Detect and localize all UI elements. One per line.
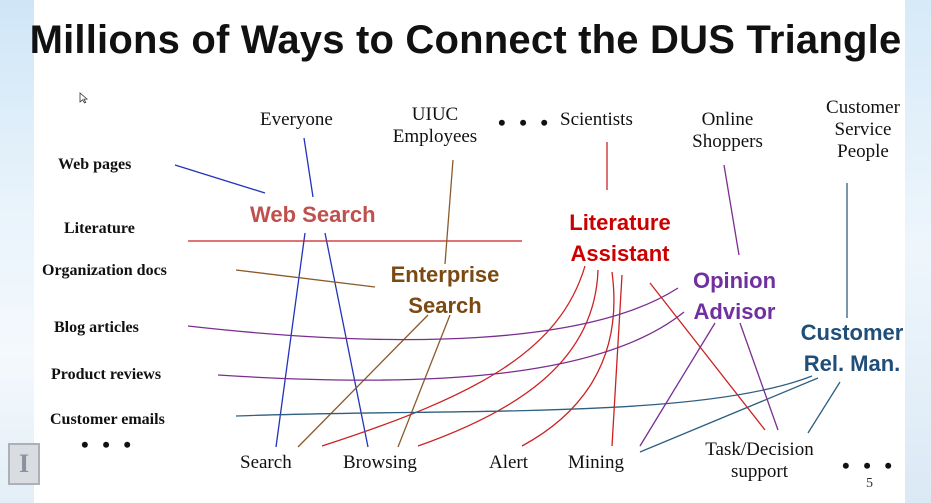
user-online-line1: Online bbox=[701, 109, 754, 130]
user-everyone: Everyone bbox=[260, 109, 333, 130]
system-literature-line2: Assistant bbox=[570, 240, 670, 266]
link-enterprise-browsing bbox=[397, 314, 451, 448]
system-opinion-line2: Advisor bbox=[693, 298, 776, 324]
doc-blog-articles: Blog articles bbox=[54, 319, 139, 336]
task-more-dots: • • • bbox=[842, 453, 897, 478]
user-customer-service-people: Customer Service People bbox=[813, 97, 913, 163]
doc-literature: Literature bbox=[64, 220, 135, 237]
link-opinion-task bbox=[739, 322, 779, 431]
system-literature-assistant: Literature Assistant bbox=[550, 208, 690, 270]
doc-more-dots: • • • bbox=[81, 432, 136, 457]
task-search: Search bbox=[240, 452, 292, 473]
link-uiuc-enterprise bbox=[444, 159, 454, 265]
doc-web-pages: Web pages bbox=[58, 156, 132, 173]
link-opinion-mining bbox=[639, 322, 716, 447]
user-uiuc-employees: UIUC Employees bbox=[385, 104, 485, 148]
link-customer-task bbox=[807, 381, 841, 434]
user-more-dots: • • • bbox=[498, 110, 553, 135]
user-cs-line2: Service bbox=[834, 118, 892, 140]
system-customer-rel-man: Customer Rel. Man. bbox=[783, 318, 921, 380]
user-uiuc-line2: Employees bbox=[392, 125, 478, 147]
link-orgdocs-enterprise bbox=[235, 269, 376, 288]
link-reviews-opinion bbox=[217, 311, 685, 381]
user-online-shoppers: Online Shoppers bbox=[680, 109, 775, 153]
page-number: 5 bbox=[866, 476, 873, 491]
doc-organization-docs: Organization docs bbox=[42, 262, 167, 279]
task-decision-support: Task/Decision support bbox=[692, 439, 827, 483]
user-uiuc-line1: UIUC bbox=[411, 104, 459, 125]
doc-customer-emails: Customer emails bbox=[50, 411, 165, 428]
user-cs-line3: People bbox=[837, 140, 889, 162]
system-enterprise-search: Enterprise Search bbox=[375, 260, 515, 322]
task-decision-line1: Task/Decision bbox=[705, 439, 814, 460]
system-enterprise-line1: Enterprise bbox=[390, 262, 500, 287]
system-customer-line1: Customer bbox=[800, 320, 904, 345]
mouse-cursor-icon bbox=[79, 92, 89, 104]
task-alert: Alert bbox=[489, 452, 529, 473]
system-web-search: Web Search bbox=[250, 202, 376, 227]
link-literature-alert bbox=[521, 271, 615, 447]
link-websearch-browsing bbox=[324, 232, 369, 448]
task-browsing: Browsing bbox=[343, 452, 417, 473]
link-online-opinion bbox=[723, 164, 740, 256]
slide: Millions of Ways to Connect the DUS Tria… bbox=[0, 0, 931, 503]
system-enterprise-line2: Search bbox=[408, 292, 482, 318]
task-mining: Mining bbox=[568, 452, 624, 473]
link-enterprise-search bbox=[297, 314, 429, 448]
doc-product-reviews: Product reviews bbox=[51, 366, 162, 383]
link-webpages-websearch bbox=[174, 164, 266, 194]
system-opinion-line1: Opinion bbox=[692, 268, 777, 293]
link-everyone-websearch bbox=[303, 137, 314, 198]
system-opinion-advisor: Opinion Advisor bbox=[672, 266, 797, 328]
system-literature-line1: Literature bbox=[569, 210, 671, 235]
link-emails-customer bbox=[235, 375, 813, 417]
task-decision-line2: support bbox=[731, 460, 788, 482]
user-scientists: Scientists bbox=[560, 109, 633, 130]
user-cs-line1: Customer bbox=[826, 97, 900, 118]
user-online-line2: Shoppers bbox=[692, 130, 763, 152]
university-logo-icon: I bbox=[8, 443, 40, 485]
system-customer-line2: Rel. Man. bbox=[803, 350, 901, 376]
